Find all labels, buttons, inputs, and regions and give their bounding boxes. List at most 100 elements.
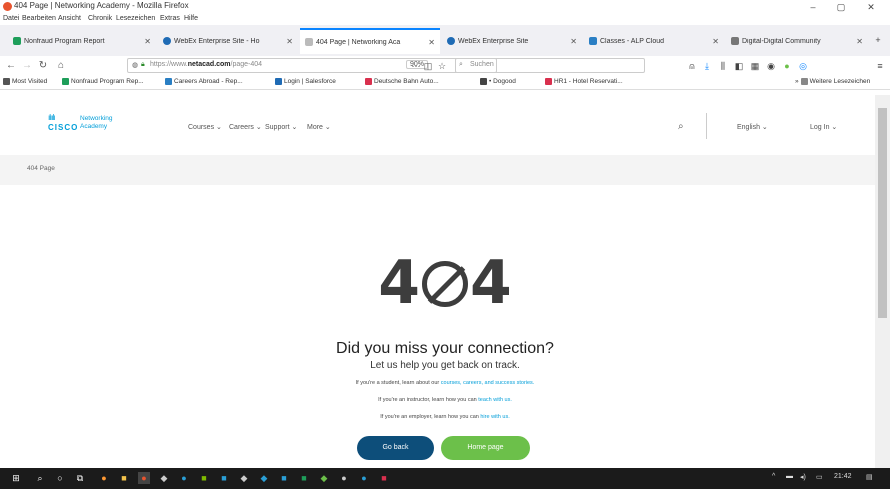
academy-label: Networking Academy bbox=[80, 115, 113, 130]
tab-webex-home[interactable]: WebEx Enterprise Site - Ho ✕ bbox=[158, 29, 298, 53]
nav-courses[interactable]: Courses ⌄ bbox=[188, 123, 222, 131]
sync-icon[interactable]: ◎ bbox=[797, 60, 809, 72]
menu-view[interactable]: Ansicht bbox=[58, 15, 81, 22]
nav-more[interactable]: More ⌄ bbox=[307, 123, 331, 131]
instructor-link[interactable]: teach with us. bbox=[478, 397, 512, 403]
bookmark-favicon-icon bbox=[365, 78, 372, 85]
bookmark-nonfraud[interactable]: Nonfraud Program Rep... bbox=[62, 78, 144, 85]
taskbar-app-icon[interactable]: ◆ bbox=[318, 472, 330, 484]
network-icon[interactable]: ▬ bbox=[786, 473, 793, 480]
minimize-button[interactable]: – bbox=[798, 0, 828, 14]
cisco-logo-text[interactable]: CISCO bbox=[48, 123, 78, 132]
taskbar-app-icon[interactable]: ● bbox=[358, 472, 370, 484]
site-header: ılıılı CISCO Networking Academy Courses … bbox=[0, 95, 875, 156]
close-tab-icon[interactable]: ✕ bbox=[570, 37, 577, 46]
bookmark-careers[interactable]: Careers Abroad - Rep... bbox=[165, 78, 243, 85]
menu-help[interactable]: Hilfe bbox=[184, 15, 198, 22]
bookmark-favicon-icon bbox=[545, 78, 552, 85]
menu-bookmarks[interactable]: Lesezeichen bbox=[116, 15, 155, 22]
tab-digital-community[interactable]: Digital-Digital Community ✕ bbox=[726, 29, 868, 53]
close-tab-icon[interactable]: ✕ bbox=[286, 37, 293, 46]
tab-classes-alp[interactable]: Classes - ALP Cloud ✕ bbox=[584, 29, 724, 53]
menu-edit[interactable]: Bearbeiten bbox=[22, 15, 56, 22]
tray-chevron-icon[interactable]: ^ bbox=[772, 473, 775, 480]
bookmark-star-icon[interactable]: ☆ bbox=[436, 60, 448, 72]
cisco-logo-icon[interactable]: ılıılı bbox=[48, 113, 56, 122]
breadcrumb-current: 404 Page bbox=[27, 165, 55, 172]
tab-webex-enterprise[interactable]: WebEx Enterprise Site ✕ bbox=[442, 29, 582, 53]
home-icon[interactable]: ⌂ bbox=[54, 59, 68, 73]
folder-icon bbox=[800, 78, 808, 85]
bookmark-favicon-icon bbox=[62, 78, 69, 85]
library-icon[interactable]: ⫼ bbox=[717, 60, 729, 72]
student-link[interactable]: courses, careers, and success stories. bbox=[441, 380, 535, 386]
tab-nonfraud-report[interactable]: Nonfraud Program Report ✕ bbox=[8, 29, 156, 53]
taskbar-app-icon[interactable]: ■ bbox=[378, 472, 390, 484]
taskbar-app-icon[interactable]: ● bbox=[98, 472, 110, 484]
sidebar-icon[interactable]: ◧ bbox=[733, 60, 745, 72]
shield-icon: ◍ bbox=[132, 62, 139, 69]
page-actions-icon[interactable]: ⋯ bbox=[410, 60, 422, 72]
task-view-icon[interactable]: ⧉ bbox=[74, 472, 86, 484]
bookmark-dogood[interactable]: • Dogood bbox=[480, 78, 516, 85]
employer-link[interactable]: hire with us. bbox=[480, 414, 509, 420]
battery-icon[interactable]: ▭ bbox=[816, 473, 823, 481]
menu-file[interactable]: Datei bbox=[3, 15, 19, 22]
firefox-taskbar-icon[interactable]: ● bbox=[138, 472, 150, 484]
close-tab-icon[interactable]: ✕ bbox=[712, 37, 719, 46]
volume-icon[interactable]: ◂) bbox=[800, 473, 806, 481]
taskbar-app-icon[interactable]: ◆ bbox=[158, 472, 170, 484]
menu-history[interactable]: Chronik bbox=[88, 15, 112, 22]
forward-icon[interactable]: → bbox=[20, 59, 34, 73]
file-explorer-icon[interactable]: ■ bbox=[118, 472, 130, 484]
close-tab-icon[interactable]: ✕ bbox=[144, 37, 151, 46]
back-icon[interactable]: ← bbox=[4, 59, 18, 73]
close-tab-icon[interactable]: ✕ bbox=[856, 37, 863, 46]
nav-support[interactable]: Support ⌄ bbox=[265, 123, 297, 131]
reload-icon[interactable]: ↻ bbox=[36, 59, 50, 73]
close-window-button[interactable]: ✕ bbox=[856, 0, 886, 14]
tab-favicon-icon bbox=[731, 37, 739, 45]
new-tab-icon[interactable]: + bbox=[872, 34, 884, 46]
bookmark-most-visited[interactable]: Most Visited bbox=[3, 78, 47, 85]
language-selector[interactable]: English ⌄ bbox=[737, 123, 768, 131]
bookmark-deutsche-bahn[interactable]: Deutsche Bahn Auto... bbox=[365, 78, 439, 85]
windows-start-icon[interactable]: ⊞ bbox=[10, 472, 22, 484]
pocket-icon[interactable]: ◫ bbox=[422, 60, 434, 72]
bookmark-salesforce[interactable]: Login | Salesforce bbox=[275, 78, 336, 85]
search-field[interactable]: ⌕ Suchen bbox=[455, 58, 645, 73]
taskbar-app-icon[interactable]: ■ bbox=[298, 472, 310, 484]
nav-careers[interactable]: Careers ⌄ bbox=[229, 123, 262, 131]
taskbar-app-icon[interactable]: ■ bbox=[278, 472, 290, 484]
site-search-icon[interactable]: ⌕ bbox=[678, 121, 684, 132]
menu-hamburger-icon[interactable]: ≡ bbox=[874, 60, 886, 72]
go-back-button[interactable]: Go back bbox=[357, 436, 434, 460]
clock[interactable]: 21:42 bbox=[834, 473, 852, 480]
download-icon[interactable]: ⤓ bbox=[701, 60, 713, 72]
taskbar-app-icon[interactable]: ● bbox=[178, 472, 190, 484]
taskbar-app-icon[interactable]: ● bbox=[338, 472, 350, 484]
addon-icon[interactable]: ● bbox=[781, 60, 793, 72]
home-page-button[interactable]: Home page bbox=[441, 436, 530, 460]
bookmark-hr1[interactable]: HR1 - Hotel Reservati... bbox=[545, 78, 623, 85]
close-tab-icon[interactable]: ✕ bbox=[428, 38, 435, 47]
tab-favicon-icon bbox=[163, 37, 171, 45]
taskbar-app-icon[interactable]: ■ bbox=[218, 472, 230, 484]
bookmark-favicon-icon bbox=[165, 78, 172, 85]
taskbar-app-icon[interactable]: ◆ bbox=[238, 472, 250, 484]
extension-icon[interactable]: ◉ bbox=[765, 60, 777, 72]
slashed-zero-icon bbox=[422, 261, 468, 307]
tab-404-page[interactable]: 404 Page | Networking Aca ✕ bbox=[300, 28, 440, 54]
cortana-icon[interactable]: ○ bbox=[54, 472, 66, 484]
bookmark-more[interactable]: » Weitere Lesezeichen bbox=[795, 78, 870, 85]
firefox-icon bbox=[3, 2, 12, 11]
account-icon[interactable]: ⍝ bbox=[686, 60, 698, 72]
login-link[interactable]: Log In ⌄ bbox=[810, 123, 837, 131]
menu-tools[interactable]: Extras bbox=[160, 15, 180, 22]
maximize-button[interactable]: ▢ bbox=[826, 0, 856, 14]
taskbar-app-icon[interactable]: ■ bbox=[198, 472, 210, 484]
grid-icon[interactable]: ▦ bbox=[749, 60, 761, 72]
notifications-icon[interactable]: ▤ bbox=[866, 473, 873, 481]
taskbar-search-icon[interactable]: ⌕ bbox=[34, 472, 46, 484]
taskbar-app-icon[interactable]: ◆ bbox=[258, 472, 270, 484]
